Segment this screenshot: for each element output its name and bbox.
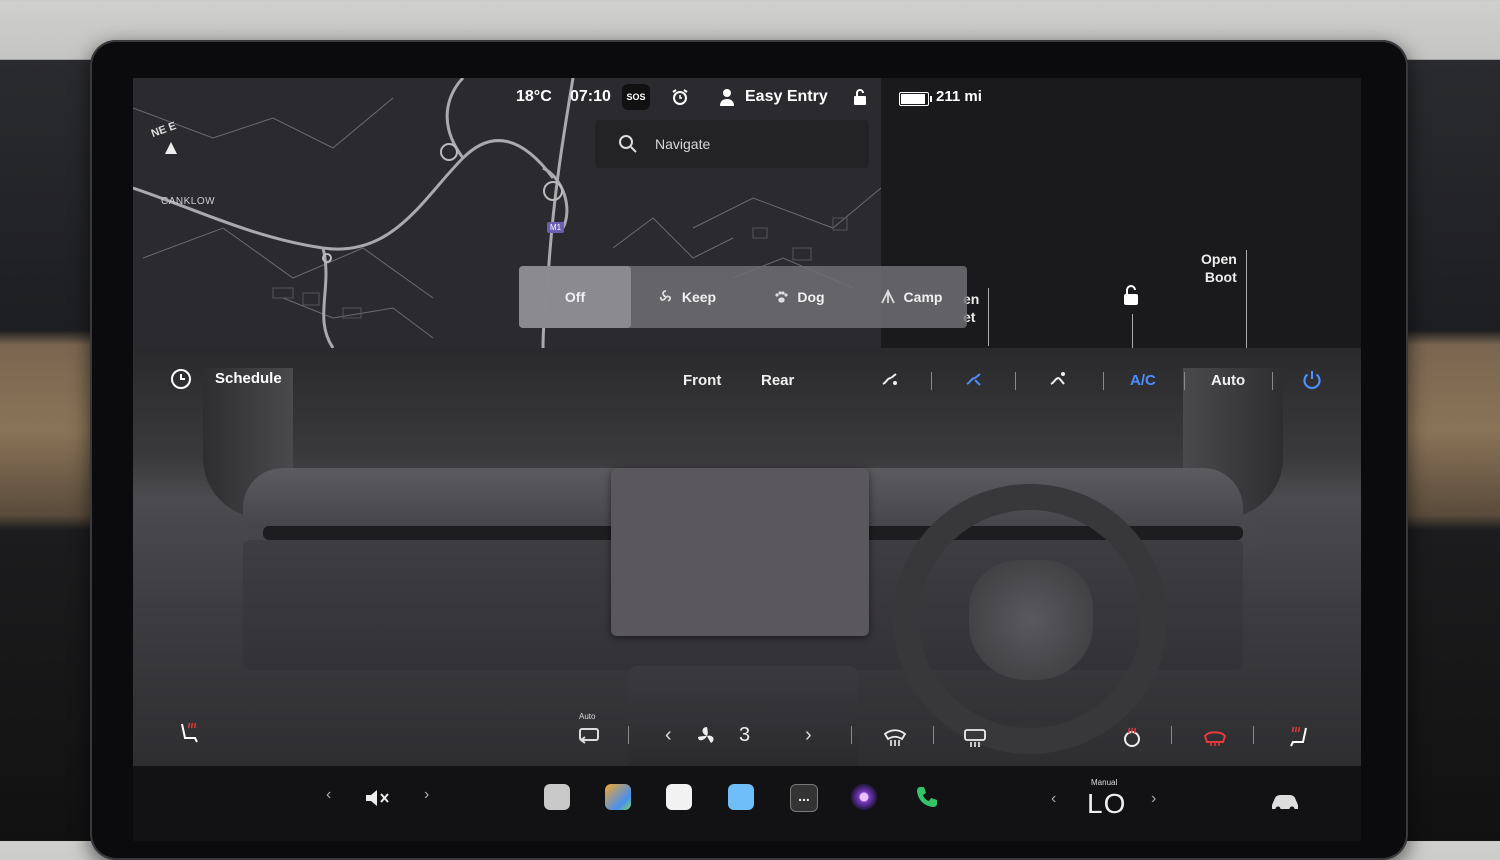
center-console-render xyxy=(628,666,858,766)
power-icon[interactable] xyxy=(1301,369,1323,391)
fan-icon xyxy=(659,290,671,302)
mode-off-label: Off xyxy=(564,289,586,305)
frunk-leader-line xyxy=(988,288,989,346)
rear-seat-heater-icon[interactable] xyxy=(1203,728,1227,748)
camera-app-icon[interactable] xyxy=(544,784,570,810)
boot-leader-line xyxy=(1246,250,1247,348)
navigate-placeholder: Navigate xyxy=(655,136,711,152)
mode-keep-label: Keep xyxy=(681,289,717,305)
mode-keep[interactable]: Keep xyxy=(631,266,743,328)
mode-off[interactable]: Off xyxy=(519,266,631,328)
volume-up-button[interactable]: › xyxy=(424,786,429,804)
airflow-feet-icon[interactable] xyxy=(1047,368,1069,390)
climate-panel: Schedule Front Rear A/C Auto Auto ‹ 3 › xyxy=(133,348,1361,766)
driver-seat-heater-icon[interactable] xyxy=(1285,724,1311,750)
calendar-app-icon[interactable] xyxy=(666,784,692,810)
road-badge: M1 xyxy=(547,222,565,233)
fan-icon xyxy=(698,727,714,743)
mode-camp[interactable]: Camp xyxy=(855,266,967,328)
search-icon xyxy=(619,135,637,153)
rear-defrost-icon[interactable] xyxy=(963,728,987,748)
mode-camp-label: Camp xyxy=(903,289,943,305)
front-climate-tab[interactable]: Front xyxy=(683,372,721,389)
mode-dog[interactable]: Dog xyxy=(743,266,855,328)
ac-button[interactable]: A/C xyxy=(1130,372,1156,389)
steering-wheel-heater-icon[interactable] xyxy=(1121,726,1143,748)
bluetooth-app-icon[interactable] xyxy=(728,784,754,810)
more-apps-icon[interactable]: ... xyxy=(790,784,818,812)
tent-icon xyxy=(880,289,895,304)
auto-climate-button[interactable]: Auto xyxy=(1211,372,1245,389)
passenger-seat-heater-icon[interactable] xyxy=(177,720,203,746)
alarm-clock-icon[interactable] xyxy=(671,88,689,106)
door-leader-line xyxy=(1132,314,1133,348)
open-boot-button[interactable]: Open Boot xyxy=(1201,250,1237,286)
compass-heading: NE E xyxy=(149,119,178,141)
temp-up-button[interactable]: › xyxy=(1151,790,1156,808)
unlocked-icon[interactable] xyxy=(851,88,869,106)
bottom-dock: ‹ › ... ‹ Manual LO › xyxy=(133,766,1361,841)
mute-icon[interactable] xyxy=(363,786,391,810)
front-defrost-icon[interactable] xyxy=(883,728,907,748)
temp-down-button[interactable]: ‹ xyxy=(1051,790,1056,808)
temperature-setting[interactable]: LO xyxy=(1087,788,1126,820)
door-unlock-icon[interactable] xyxy=(1121,284,1141,306)
dashcam-app-icon[interactable] xyxy=(851,784,877,810)
range-readout: 211 mi xyxy=(936,88,982,105)
mode-dog-label: Dog xyxy=(797,289,825,305)
battery-fill xyxy=(901,94,925,104)
map-place-label: CANKLOW xyxy=(161,196,216,207)
volume-down-button[interactable]: ‹ xyxy=(326,786,331,804)
driver-profile-icon[interactable] xyxy=(718,88,736,106)
climate-keep-mode-selector: Off Keep Dog Camp xyxy=(519,266,967,328)
compass[interactable]: NE E xyxy=(147,119,195,162)
fan-increase-button[interactable]: › xyxy=(805,724,812,747)
recirculate-auto-label: Auto xyxy=(579,712,596,721)
sos-button[interactable]: SOS xyxy=(622,84,650,110)
car-icon[interactable] xyxy=(1269,792,1301,812)
clock-icon[interactable] xyxy=(169,367,193,391)
toybox-app-icon[interactable] xyxy=(605,784,631,810)
compass-arrow-icon xyxy=(165,142,177,154)
fan-decrease-button[interactable]: ‹ xyxy=(665,724,672,747)
paw-icon xyxy=(775,291,788,303)
battery-icon xyxy=(899,92,932,106)
rear-climate-tab[interactable]: Rear xyxy=(761,372,794,389)
airflow-face-feet-icon[interactable] xyxy=(963,368,985,390)
center-display-render xyxy=(611,468,869,636)
temp-mode-label: Manual xyxy=(1091,778,1118,787)
phone-icon[interactable] xyxy=(914,784,940,810)
driver-profile-name[interactable]: Easy Entry xyxy=(745,88,828,108)
navigate-search[interactable]: Navigate xyxy=(595,120,869,168)
touchscreen: NE E CANKLOW M1 18°C 07:10 SOS Easy Entr… xyxy=(133,78,1361,841)
recirculate-icon[interactable] xyxy=(577,726,601,746)
airflow-face-icon[interactable] xyxy=(879,368,901,390)
schedule-button[interactable]: Schedule xyxy=(215,370,282,387)
fan-speed-value: 3 xyxy=(739,724,751,746)
steering-wheel-hub xyxy=(969,560,1093,680)
clock: 07:10 xyxy=(570,88,611,105)
outside-temperature: 18°C xyxy=(516,88,552,105)
